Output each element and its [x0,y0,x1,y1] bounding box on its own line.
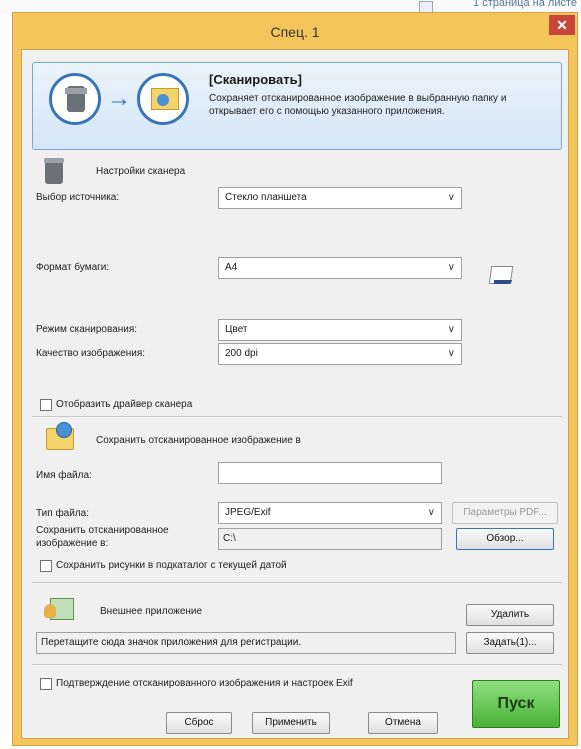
divider [32,582,562,583]
close-button[interactable]: ✕ [549,15,575,35]
paper-icon [488,264,514,286]
filename-label: Имя файла: [36,470,92,481]
save-to-path: C:\ [218,528,442,550]
quality-select[interactable]: 200 dpi ∨ [218,343,462,365]
confirm-label: Подтверждение отсканированного изображен… [56,678,353,689]
browse-button[interactable]: Обзор... [456,528,554,550]
chevron-down-icon: ∨ [447,262,455,273]
scanner-settings-icon [44,158,64,186]
set-button[interactable]: Задать(1)... [466,632,554,654]
scan-mode-select[interactable]: Цвет ∨ [218,319,462,341]
remove-button[interactable]: Удалить [466,604,554,626]
quality-value: 200 dpi [225,348,258,359]
save-to-label: Сохранить отсканированное изображение в: [36,525,169,549]
scanner-icon [49,73,101,125]
chevron-down-icon: ∨ [447,348,455,359]
divider [32,416,562,417]
app-icon [44,596,74,624]
chevron-down-icon: ∨ [447,192,455,203]
confirm-checkbox[interactable] [40,678,52,690]
chevron-down-icon: ∨ [447,324,455,335]
app-drop-zone[interactable]: Перетащите сюда значок приложения для ре… [36,632,456,654]
background-text: 1 страница на листе [473,0,577,9]
cancel-button[interactable]: Отмена [368,712,438,734]
source-select[interactable]: Стекло планшета ∨ [218,187,462,209]
subfolder-checkbox[interactable] [40,560,52,572]
paper-size-select[interactable]: A4 ∨ [218,257,462,279]
scanner-settings-label: Настройки сканера [96,166,186,177]
filetype-label: Тип файла: [36,508,89,519]
source-value: Стекло планшета [225,192,307,203]
show-driver-label: Отобразить драйвер сканера [56,399,193,410]
filetype-select[interactable]: JPEG/Exif ∨ [218,502,442,524]
window-title: Спец. 1 [270,24,320,40]
banner-description: Сохраняет отсканированное изображение в … [209,93,507,117]
apply-button[interactable]: Применить [252,712,330,734]
paper-size-value: A4 [225,262,238,273]
action-banner: → [Сканировать] Сохраняет отсканированно… [32,62,562,150]
source-label: Выбор источника: [36,192,120,203]
start-button[interactable]: Пуск [472,680,560,728]
folder-icon [44,422,74,450]
arrow-right-icon: → [107,85,131,112]
save-section-label: Сохранить отсканированное изображение в [96,435,301,446]
reset-button[interactable]: Сброс [166,712,232,734]
show-driver-checkbox[interactable] [40,399,52,411]
subfolder-label: Сохранить рисунки в подкаталог с текущей… [56,560,287,571]
filename-input[interactable] [218,462,442,484]
quality-label: Качество изображения: [36,348,146,359]
folder-app-icon [137,73,189,125]
pdf-params-button[interactable]: Параметры PDF... [452,502,558,524]
filetype-value: JPEG/Exif [225,507,271,518]
scan-mode-value: Цвет [225,324,248,335]
paper-size-label: Формат бумаги: [36,262,110,273]
dialog-body: → [Сканировать] Сохраняет отсканированно… [21,49,569,739]
scan-mode-label: Режим сканирования: [36,324,138,335]
banner-title: [Сканировать] [209,72,302,87]
title-bar: Спец. 1 ✕ [13,13,577,49]
external-app-label: Внешнее приложение [100,606,203,617]
divider [32,664,562,665]
scan-settings-window: Спец. 1 ✕ → [Сканировать] Сохраняет отск… [12,12,578,746]
chevron-down-icon: ∨ [427,507,435,518]
